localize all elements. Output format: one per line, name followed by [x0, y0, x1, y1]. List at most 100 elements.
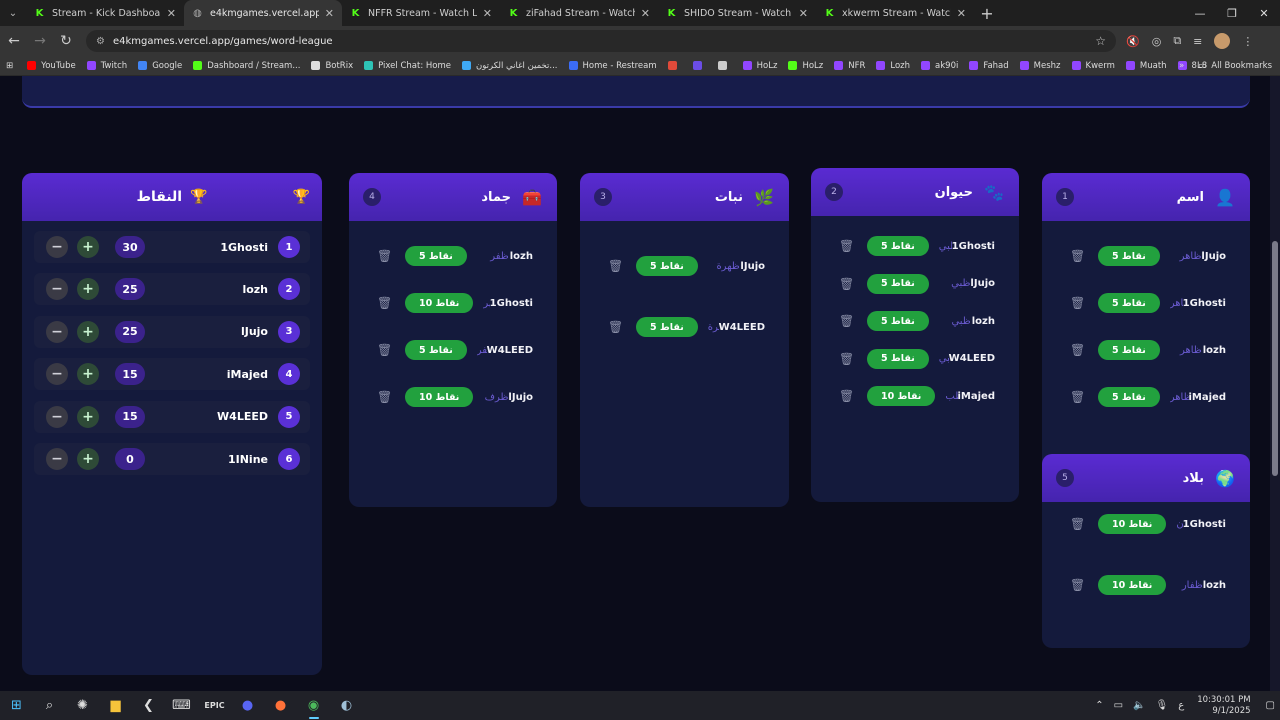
app-icon[interactable]: ❮ — [132, 691, 165, 720]
bookmark-item[interactable] — [667, 61, 682, 70]
bookmark-item[interactable]: Home - Restream — [568, 61, 657, 71]
file-explorer-icon[interactable]: ▆ — [99, 691, 132, 720]
decrease-score-button[interactable]: − — [46, 278, 68, 301]
media-icon[interactable]: ≡ — [1193, 35, 1202, 48]
bookmark-item[interactable]: Meshz — [1019, 61, 1061, 71]
trash-icon[interactable]: 🗑 — [1070, 296, 1085, 310]
decrease-score-button[interactable]: − — [46, 363, 68, 386]
trophy-icon[interactable]: 🏆 — [293, 189, 310, 205]
increase-score-button[interactable]: + — [77, 236, 99, 258]
widget-icon[interactable]: ✺ — [66, 691, 99, 720]
trash-icon[interactable]: 🗑 — [1070, 390, 1085, 404]
points-badge[interactable]: 10 نقاط — [405, 387, 474, 407]
points-badge[interactable]: 10 نقاط — [867, 386, 936, 406]
points-badge[interactable]: 5 نقاط — [405, 340, 467, 360]
trash-icon[interactable]: 🗑 — [839, 277, 854, 291]
bookmark-item[interactable]: HoLz — [788, 61, 823, 71]
bookmark-item[interactable]: Dashboard / Stream... — [193, 61, 300, 71]
close-icon[interactable]: ✕ — [483, 7, 492, 20]
close-icon[interactable]: ✕ — [641, 7, 650, 20]
points-badge[interactable]: 5 نقاط — [405, 246, 467, 266]
points-badge[interactable]: 10 نقاط — [405, 293, 474, 313]
trash-icon[interactable]: 🗑 — [1070, 578, 1085, 592]
close-window-icon[interactable]: ✕ — [1248, 0, 1280, 26]
browser-tab[interactable]: K xkwerm Stream - Watch Live on ✕ — [816, 0, 974, 26]
increase-score-button[interactable]: + — [77, 405, 99, 428]
language-indicator[interactable]: ع — [1178, 700, 1184, 711]
points-badge[interactable]: 5 نقاط — [867, 273, 929, 294]
trash-icon[interactable]: 🗑 — [839, 239, 854, 253]
trash-icon[interactable]: 🗑 — [1070, 343, 1085, 357]
keyboard-icon[interactable]: ⌨ — [165, 691, 198, 720]
trash-icon[interactable]: 🗑 — [839, 389, 854, 403]
page-scrollbar[interactable] — [1270, 76, 1280, 691]
bookmark-item[interactable]: تخمين اغاني الكرتون... — [462, 61, 558, 71]
browser-tab[interactable]: K NFFR Stream - Watch Live on K ✕ — [342, 0, 500, 26]
trash-icon[interactable]: 🗑 — [608, 320, 623, 334]
bookmark-item[interactable]: Kwerm — [1071, 61, 1115, 71]
bookmark-item[interactable] — [717, 61, 732, 70]
browser-tab[interactable]: K SHIDO Stream - Watch Live on ✕ — [658, 0, 816, 26]
menu-icon[interactable]: ⋮ — [1242, 35, 1253, 48]
points-badge[interactable]: 5 نقاط — [867, 348, 929, 369]
trash-icon[interactable]: 🗑 — [839, 314, 854, 328]
puzzle-icon[interactable]: ⧉ — [1173, 34, 1181, 48]
bookmark-item[interactable]: Fahad — [969, 61, 1009, 71]
close-icon[interactable]: ✕ — [325, 7, 334, 20]
decrease-score-button[interactable]: − — [46, 236, 68, 258]
bookmark-item[interactable]: Muath — [1125, 61, 1167, 71]
close-icon[interactable]: ✕ — [799, 7, 808, 20]
network-icon[interactable]: ▭ — [1114, 700, 1123, 711]
chrome-icon[interactable]: ◉ — [297, 691, 330, 720]
chevron-right-icon[interactable]: » — [1179, 61, 1184, 71]
trash-icon[interactable]: 🗑 — [377, 296, 392, 310]
search-icon[interactable]: ⌕ — [33, 691, 66, 720]
trash-icon[interactable]: 🗑 — [1070, 517, 1085, 531]
browser-tab[interactable]: K ziFahad Stream - Watch Live on ✕ — [500, 0, 658, 26]
trash-icon[interactable]: 🗑 — [608, 259, 623, 273]
steam-icon[interactable]: ◐ — [330, 691, 363, 720]
increase-score-button[interactable]: + — [77, 363, 99, 386]
bookmark-item[interactable] — [692, 61, 707, 70]
firefox-icon[interactable]: ● — [264, 691, 297, 720]
clock[interactable]: 10:30:01 PM 9/1/2025 — [1197, 695, 1250, 717]
scrollbar-thumb[interactable] — [1272, 241, 1278, 476]
microphone-icon[interactable]: 🎙 — [1156, 700, 1169, 711]
reload-button[interactable]: ↻ — [54, 29, 78, 53]
mute-icon[interactable]: 🔇 — [1126, 35, 1140, 48]
trash-icon[interactable]: 🗑 — [377, 249, 392, 263]
browser-tab[interactable]: K Stream - Kick Dashboard ✕ — [26, 0, 184, 26]
volume-icon[interactable]: 🔈 — [1133, 700, 1145, 711]
bookmark-item[interactable]: HoLz — [742, 61, 777, 71]
all-bookmarks[interactable]: » ▭ All Bookmarks — [1179, 61, 1272, 71]
points-badge[interactable]: 5 نقاط — [867, 236, 929, 256]
extension-icon[interactable]: ◎ — [1152, 35, 1162, 48]
apps-icon[interactable]: ⊞ — [6, 61, 13, 71]
decrease-score-button[interactable]: − — [46, 405, 68, 428]
tab-search-icon[interactable]: ⌄ — [0, 0, 26, 26]
bookmark-item[interactable]: NFR — [834, 61, 865, 71]
url-input[interactable]: ⚙ e4kmgames.vercel.app/games/word-league… — [86, 30, 1116, 52]
trash-icon[interactable]: 🗑 — [839, 352, 854, 366]
increase-score-button[interactable]: + — [77, 278, 99, 301]
bookmark-item[interactable]: Twitch — [86, 61, 127, 71]
trash-icon[interactable]: 🗑 — [377, 390, 392, 404]
bookmark-item[interactable]: Lozh — [876, 61, 910, 71]
epic-games-icon[interactable]: EPIC — [198, 691, 231, 720]
restore-icon[interactable]: ❐ — [1216, 0, 1248, 26]
avatar[interactable] — [1214, 33, 1231, 49]
minimize-icon[interactable]: — — [1184, 0, 1216, 26]
points-badge[interactable]: 5 نقاط — [1098, 387, 1160, 407]
points-badge[interactable]: 5 نقاط — [867, 311, 929, 331]
notification-icon[interactable]: ▢ — [1266, 700, 1275, 711]
discord-icon[interactable]: ● — [231, 691, 264, 720]
increase-score-button[interactable]: + — [77, 448, 99, 470]
site-info-icon[interactable]: ⚙ — [96, 36, 105, 47]
trash-icon[interactable]: 🗑 — [377, 343, 392, 357]
bookmark-item[interactable]: BotRix — [311, 61, 353, 71]
bookmark-item[interactable]: YouTube — [27, 61, 76, 71]
bookmark-item[interactable]: Google — [138, 61, 182, 71]
trash-icon[interactable]: 🗑 — [1070, 249, 1085, 263]
points-badge[interactable]: 5 نقاط — [1098, 293, 1160, 313]
close-icon[interactable]: ✕ — [957, 7, 966, 20]
